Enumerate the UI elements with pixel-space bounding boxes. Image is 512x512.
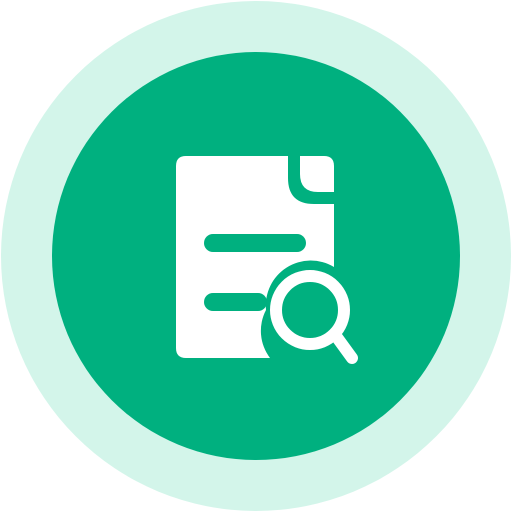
document-search-badge [0, 0, 512, 512]
document-search-icon [1, 1, 511, 511]
document-corner [300, 156, 334, 192]
